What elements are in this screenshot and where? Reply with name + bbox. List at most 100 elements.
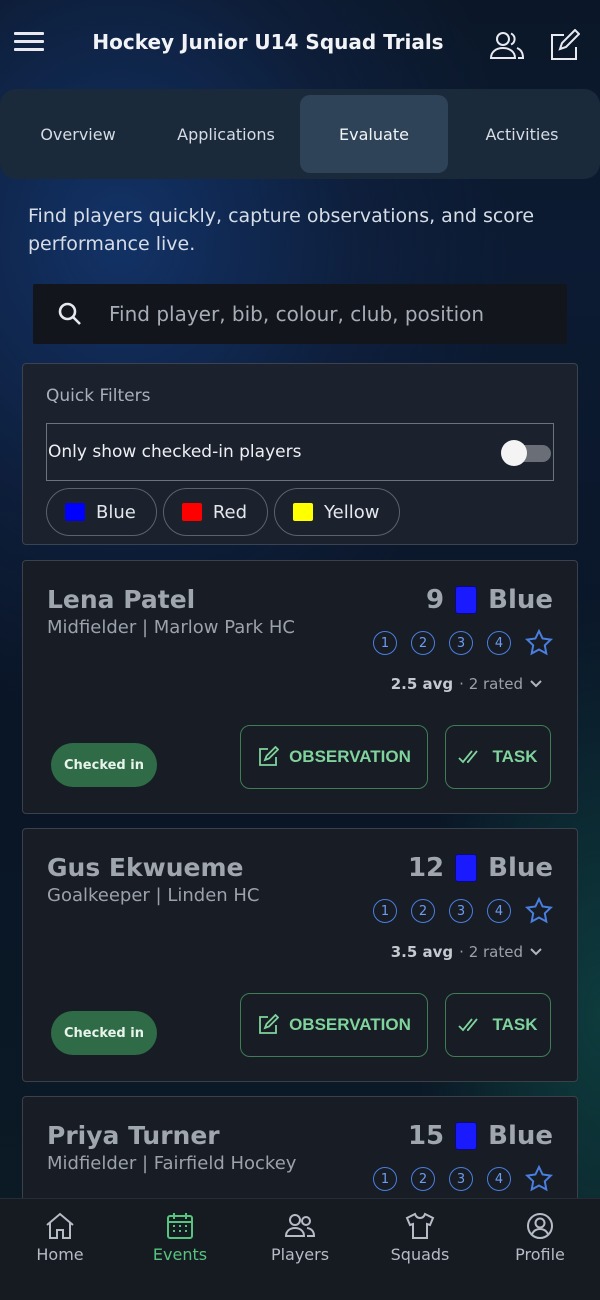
team-swatch <box>455 854 478 882</box>
nav-squads[interactable]: Squads <box>360 1199 480 1300</box>
player-card[interactable]: Gus Ekwueme Goalkeeper | Linden HC 12 Bl… <box>22 828 578 1082</box>
star-icon[interactable] <box>525 1165 553 1193</box>
star-icon[interactable] <box>525 629 553 657</box>
home-icon <box>46 1212 74 1239</box>
player-position-club: Goalkeeper | Linden HC <box>47 885 260 906</box>
team-swatch <box>455 586 478 614</box>
shirt-icon <box>405 1212 435 1239</box>
player-name: Lena Patel <box>47 585 196 614</box>
filter-chip-blue[interactable]: Blue <box>46 488 157 536</box>
rating-3-button[interactable]: 3 <box>449 1167 473 1191</box>
blue-swatch <box>64 502 86 522</box>
rating-row: 1 2 3 4 <box>373 629 553 657</box>
tab-activities[interactable]: Activities <box>448 95 596 173</box>
task-label: TASK <box>492 747 538 766</box>
nav-events[interactable]: Events <box>120 1199 240 1300</box>
people-icon[interactable] <box>488 29 526 63</box>
calendar-icon <box>167 1213 193 1239</box>
task-label: TASK <box>492 1015 538 1034</box>
yellow-swatch <box>292 502 315 522</box>
rating-2-button[interactable]: 2 <box>411 631 435 655</box>
bib-number: 9 <box>426 585 445 615</box>
nav-label: Events <box>152 1245 208 1264</box>
tab-overview[interactable]: Overview <box>4 95 152 173</box>
rating-1-button[interactable]: 1 <box>373 899 397 923</box>
checked-in-toggle[interactable] <box>501 440 553 466</box>
chevron-down-icon <box>530 680 542 688</box>
edit-icon <box>259 1014 280 1034</box>
nav-home[interactable]: Home <box>0 1199 120 1300</box>
player-bib: 12 Blue <box>408 853 553 883</box>
rated-count: · 2 rated <box>459 943 523 961</box>
bottom-nav: Home Events Players Squads Profile <box>0 1198 600 1300</box>
nav-players[interactable]: Players <box>240 1199 360 1300</box>
player-name: Priya Turner <box>47 1121 220 1150</box>
rating-summary[interactable]: 2.5 avg · 2 rated <box>391 675 543 693</box>
filter-chip-red[interactable]: Red <box>162 488 269 536</box>
rated-count: · 2 rated <box>459 675 523 693</box>
nav-label: Squads <box>390 1245 450 1264</box>
average-rating: 3.5 avg <box>390 943 454 961</box>
chip-label: Blue <box>96 501 136 523</box>
rating-4-button[interactable]: 4 <box>487 899 511 923</box>
rating-row: 1 2 3 4 <box>373 1165 553 1193</box>
rating-3-button[interactable]: 3 <box>449 899 473 923</box>
rating-1-button[interactable]: 1 <box>373 631 397 655</box>
add-task-button[interactable]: TASK <box>445 993 551 1057</box>
average-rating: 2.5 avg <box>390 675 454 693</box>
edit-icon <box>259 746 280 766</box>
observation-label: OBSERVATION <box>289 747 411 766</box>
search-bar <box>33 284 567 344</box>
checked-in-filter-row: Only show checked-in players <box>46 423 554 481</box>
checked-in-filter-label: Only show checked-in players <box>48 442 302 462</box>
players-icon <box>284 1214 316 1237</box>
status-badge: Checked in <box>51 1011 157 1055</box>
team-label: Blue <box>488 1121 553 1151</box>
rating-2-button[interactable]: 2 <box>411 899 435 923</box>
team-label: Blue <box>488 585 553 615</box>
quick-filters-title: Quick Filters <box>46 386 151 406</box>
nav-profile[interactable]: Profile <box>480 1199 600 1300</box>
search-icon <box>58 302 81 325</box>
chip-label: Yellow <box>324 501 380 523</box>
red-swatch <box>180 502 203 522</box>
tab-evaluate[interactable]: Evaluate <box>300 95 448 173</box>
star-icon[interactable] <box>525 897 553 925</box>
add-observation-button[interactable]: OBSERVATION <box>240 993 428 1057</box>
add-observation-button[interactable]: OBSERVATION <box>240 725 428 789</box>
tab-applications[interactable]: Applications <box>152 95 300 173</box>
rating-1-button[interactable]: 1 <box>373 1167 397 1191</box>
page-title: Hockey Junior U14 Squad Trials <box>92 30 444 54</box>
rating-2-button[interactable]: 2 <box>411 1167 435 1191</box>
rating-row: 1 2 3 4 <box>373 897 553 925</box>
rating-4-button[interactable]: 4 <box>487 631 511 655</box>
team-swatch <box>455 1122 478 1150</box>
hamburger-menu-icon[interactable] <box>14 32 44 58</box>
chevron-down-icon <box>530 948 542 956</box>
profile-icon <box>527 1213 553 1239</box>
nav-label: Profile <box>515 1245 565 1264</box>
team-label: Blue <box>488 853 553 883</box>
double-check-icon <box>458 750 479 764</box>
nav-label: Players <box>270 1245 330 1264</box>
bib-number: 12 <box>407 853 445 883</box>
player-name: Gus Ekwueme <box>47 853 244 882</box>
player-card[interactable]: Lena Patel Midfielder | Marlow Park HC 9… <box>22 560 578 814</box>
player-position-club: Midfielder | Fairfield Hockey <box>47 1153 297 1174</box>
observation-label: OBSERVATION <box>289 1015 411 1034</box>
player-bib: 15 Blue <box>408 1121 553 1151</box>
filter-chip-yellow[interactable]: Yellow <box>274 488 401 536</box>
rating-3-button[interactable]: 3 <box>449 631 473 655</box>
intro-text: Find players quickly, capture observatio… <box>28 205 535 255</box>
rating-4-button[interactable]: 4 <box>487 1167 511 1191</box>
search-input[interactable] <box>109 284 567 344</box>
tab-bar: Overview Applications Evaluate Activitie… <box>0 89 600 179</box>
quick-filters-panel: Quick Filters Only show checked-in playe… <box>22 363 578 545</box>
player-position-club: Midfielder | Marlow Park HC <box>47 617 295 638</box>
rating-summary[interactable]: 3.5 avg · 2 rated <box>391 943 543 961</box>
app-header: Hockey Junior U14 Squad Trials <box>0 0 600 92</box>
add-task-button[interactable]: TASK <box>445 725 551 789</box>
chip-label: Red <box>212 501 248 523</box>
bib-number: 15 <box>407 1121 445 1151</box>
edit-icon[interactable] <box>546 28 584 63</box>
